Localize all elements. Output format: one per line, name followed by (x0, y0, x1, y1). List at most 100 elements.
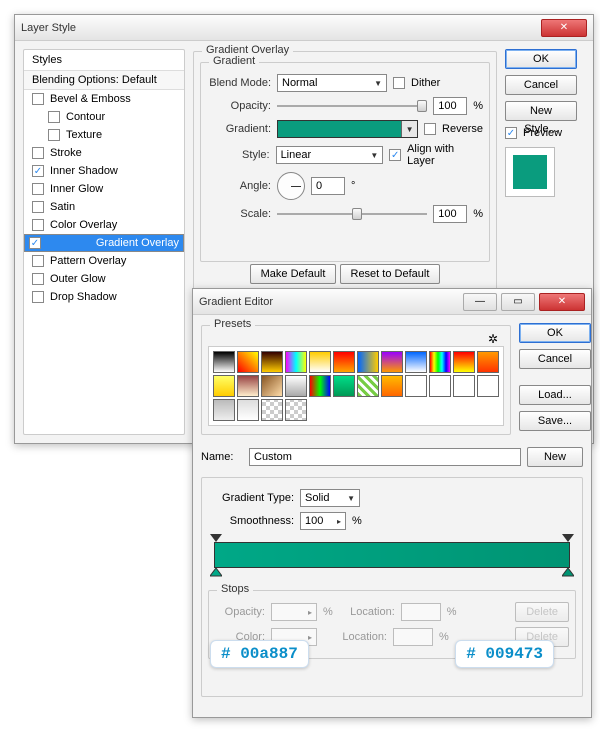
color-stop-left[interactable] (210, 568, 222, 580)
preset-swatch[interactable] (357, 351, 379, 373)
style-checkbox[interactable] (32, 201, 44, 213)
preset-swatch[interactable] (477, 375, 499, 397)
scale-input[interactable] (433, 205, 467, 223)
opacity-slider[interactable] (277, 98, 427, 114)
preset-swatch[interactable] (381, 375, 403, 397)
style-item-pattern-overlay[interactable]: Pattern Overlay (24, 252, 184, 270)
preset-swatch[interactable] (453, 375, 475, 397)
window-title: Gradient Editor (199, 296, 459, 308)
preset-swatch[interactable] (213, 351, 235, 373)
style-checkbox[interactable] (32, 273, 44, 285)
align-checkbox[interactable]: ✓ (389, 149, 401, 161)
cancel-button[interactable]: Cancel (505, 75, 577, 95)
reset-default-button[interactable]: Reset to Default (340, 264, 441, 284)
preset-swatch[interactable] (453, 351, 475, 373)
style-item-stroke[interactable]: Stroke (24, 144, 184, 162)
style-item-gradient-overlay[interactable]: ✓Gradient Overlay (24, 234, 184, 252)
ok-button[interactable]: OK (519, 323, 591, 343)
gradient-swatch[interactable]: ▼ (277, 120, 418, 138)
preset-swatch[interactable] (261, 375, 283, 397)
preset-swatch[interactable] (309, 351, 331, 373)
gear-icon[interactable]: ✲ (486, 332, 500, 346)
style-checkbox[interactable] (48, 111, 60, 123)
preset-swatch[interactable] (333, 351, 355, 373)
opacity-stop-right[interactable] (562, 530, 574, 542)
gradient-overlay-group: Gradient Overlay Gradient Blend Mode: No… (193, 51, 497, 303)
preview-checkbox[interactable]: ✓ (505, 127, 517, 139)
style-label: Stroke (50, 147, 82, 159)
preset-swatch[interactable] (405, 351, 427, 373)
presets-grid (208, 346, 504, 426)
preset-swatch[interactable] (237, 399, 259, 421)
style-select[interactable]: Linear▼ (276, 146, 384, 164)
gradient-type-select[interactable]: Solid▼ (300, 489, 360, 507)
window-title: Layer Style (21, 22, 537, 34)
save-button[interactable]: Save... (519, 411, 591, 431)
preset-swatch[interactable] (261, 351, 283, 373)
preset-swatch[interactable] (309, 375, 331, 397)
style-item-outer-glow[interactable]: Outer Glow (24, 270, 184, 288)
titlebar[interactable]: Gradient Editor — ▭ ✕ (193, 289, 591, 315)
preview-swatch (505, 147, 555, 197)
style-checkbox[interactable] (32, 93, 44, 105)
style-checkbox[interactable] (48, 129, 60, 141)
preset-swatch[interactable] (429, 351, 451, 373)
color-stop-right[interactable] (562, 568, 574, 580)
style-item-drop-shadow[interactable]: Drop Shadow (24, 288, 184, 306)
opacity-input[interactable] (433, 97, 467, 115)
style-item-color-overlay[interactable]: Color Overlay (24, 216, 184, 234)
blending-options[interactable]: Blending Options: Default (24, 71, 184, 90)
style-item-satin[interactable]: Satin (24, 198, 184, 216)
angle-dial[interactable] (277, 172, 305, 200)
scale-slider[interactable] (277, 206, 427, 222)
preset-swatch[interactable] (213, 375, 235, 397)
minimize-icon[interactable]: — (463, 293, 497, 311)
styles-list: Styles Blending Options: Default Bevel &… (23, 49, 185, 435)
close-icon[interactable]: ✕ (541, 19, 587, 37)
preset-swatch[interactable] (381, 351, 403, 373)
smoothness-input[interactable]: 100▸ (300, 512, 346, 530)
style-item-bevel-emboss[interactable]: Bevel & Emboss (24, 90, 184, 108)
style-label: Pattern Overlay (50, 255, 126, 267)
new-style-button[interactable]: New Style... (505, 101, 577, 121)
style-item-texture[interactable]: Texture (24, 126, 184, 144)
style-checkbox[interactable] (32, 291, 44, 303)
preset-swatch[interactable] (213, 399, 235, 421)
preset-swatch[interactable] (405, 375, 427, 397)
preset-swatch[interactable] (429, 375, 451, 397)
style-checkbox[interactable] (32, 255, 44, 267)
titlebar[interactable]: Layer Style ✕ (15, 15, 593, 41)
close-icon[interactable]: ✕ (539, 293, 585, 311)
gradient-bar[interactable] (214, 542, 570, 568)
dither-checkbox[interactable] (393, 77, 405, 89)
reverse-checkbox[interactable] (424, 123, 436, 135)
style-checkbox[interactable] (32, 147, 44, 159)
preset-swatch[interactable] (477, 351, 499, 373)
style-label: Bevel & Emboss (50, 93, 131, 105)
load-button[interactable]: Load... (519, 385, 591, 405)
preset-swatch[interactable] (237, 351, 259, 373)
preset-swatch[interactable] (285, 351, 307, 373)
style-checkbox[interactable]: ✓ (29, 237, 41, 249)
style-item-inner-glow[interactable]: Inner Glow (24, 180, 184, 198)
style-checkbox[interactable]: ✓ (32, 165, 44, 177)
opacity-stop-left[interactable] (210, 530, 222, 542)
chevron-right-icon: ▸ (308, 633, 312, 642)
style-checkbox[interactable] (32, 183, 44, 195)
new-button[interactable]: New (527, 447, 583, 467)
styles-header[interactable]: Styles (24, 50, 184, 71)
style-item-inner-shadow[interactable]: ✓Inner Shadow (24, 162, 184, 180)
blend-mode-select[interactable]: Normal▼ (277, 74, 387, 92)
preset-swatch[interactable] (285, 375, 307, 397)
style-item-contour[interactable]: Contour (24, 108, 184, 126)
preset-swatch[interactable] (333, 375, 355, 397)
preset-swatch[interactable] (237, 375, 259, 397)
cancel-button[interactable]: Cancel (519, 349, 591, 369)
make-default-button[interactable]: Make Default (250, 264, 337, 284)
angle-input[interactable] (311, 177, 345, 195)
style-checkbox[interactable] (32, 219, 44, 231)
ok-button[interactable]: OK (505, 49, 577, 69)
preset-swatch[interactable] (357, 375, 379, 397)
maximize-icon[interactable]: ▭ (501, 293, 535, 311)
name-input[interactable] (249, 448, 521, 466)
